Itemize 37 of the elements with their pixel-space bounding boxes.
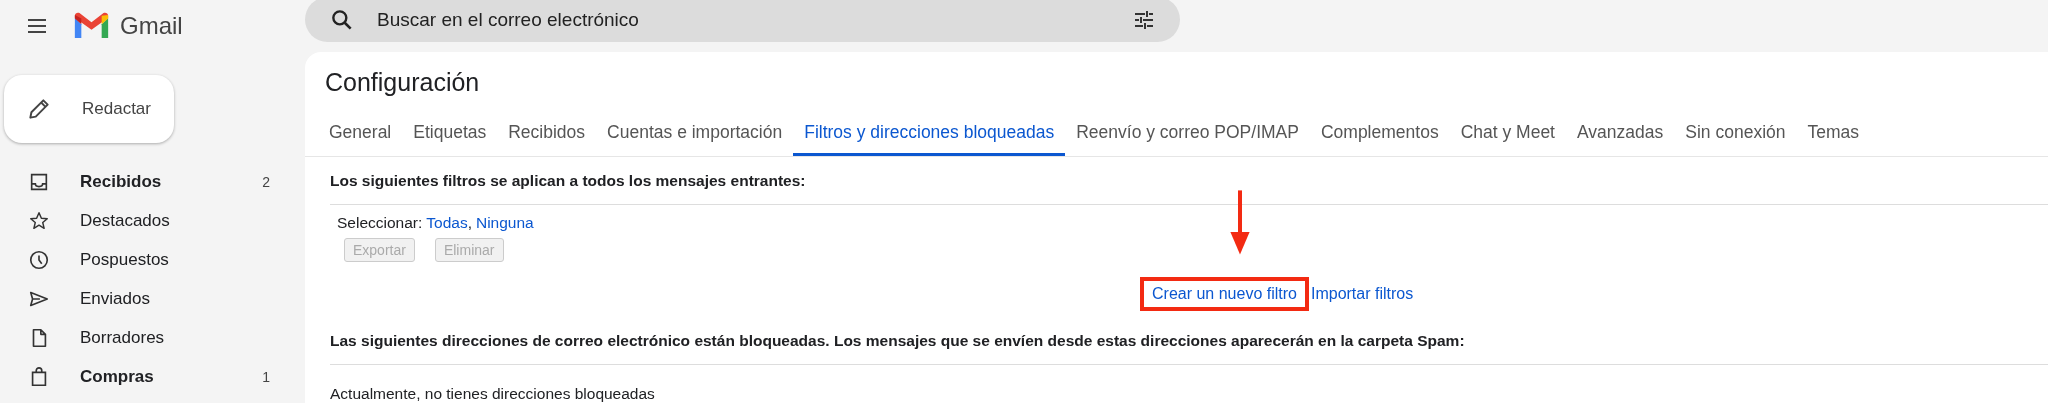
section-heading: Las siguientes direcciones de correo electrónico están bloqueadas. Los mensajes que se envíen desde estas direcciones aparecerán en la carpeta Spam: — [330, 331, 1466, 351]
filter-link[interactable]: Crear un nuevo filtro — [1152, 285, 1297, 302]
settings-tab[interactable]: General — [318, 116, 403, 156]
sidebar-item[interactable]: Destacados — [0, 201, 305, 240]
settings-tab[interactable]: Recibidos — [497, 116, 597, 156]
unread-count: 1 — [262, 368, 270, 385]
empty-message: Actualmente, no tienes direcciones bloqueadas — [330, 384, 656, 403]
settings-tab[interactable]: Sin conexión — [1674, 116, 1797, 156]
sidebar-item[interactable]: Borradores — [0, 318, 305, 357]
sidebar-item[interactable]: Enviados — [0, 279, 305, 318]
section-heading: Los siguientes filtros se aplican a todos los mensajes entrantes: — [330, 171, 807, 191]
select-label: Seleccionar: — [337, 214, 423, 232]
filter-link[interactable]: Importar filtros — [1310, 285, 1414, 302]
settings-tab[interactable]: Temas — [1796, 116, 1871, 156]
app-name: Gmail — [120, 12, 183, 40]
settings-tab[interactable]: Reenvío y correo POP/IMAP — [1065, 116, 1310, 156]
app-logo[interactable] — [73, 12, 110, 40]
sidebar-item[interactable]: Pospuestos — [0, 240, 305, 279]
settings-tab[interactable]: Filtros y direcciones bloqueadas — [793, 116, 1066, 156]
settings-tab[interactable]: Cuentas e importación — [596, 116, 794, 156]
sidebar-item[interactable]: Compras 1 — [0, 357, 305, 396]
settings-tab[interactable]: Avanzadas — [1566, 116, 1675, 156]
settings-tab[interactable]: Etiquetas — [402, 116, 498, 156]
search-field[interactable]: Buscar en el correo electrónico — [375, 7, 1132, 32]
unread-count: 2 — [262, 173, 270, 190]
settings-tab[interactable]: Chat y Meet — [1449, 116, 1566, 156]
select-none-link[interactable]: Ninguna — [476, 214, 534, 232]
select-all-link[interactable]: Todas — [426, 214, 468, 232]
search-bar[interactable]: Buscar en el correo electrónico — [305, 0, 1180, 42]
pencil-icon — [26, 96, 52, 122]
clock-icon — [28, 248, 50, 271]
separator: , — [467, 214, 472, 232]
page-title: Configuración — [324, 67, 481, 98]
sidebar-item[interactable]: Recibidos 2 — [0, 162, 305, 201]
star-icon — [28, 209, 50, 232]
settings-tab[interactable]: Complementos — [1309, 116, 1450, 156]
compose-button[interactable]: Redactar — [4, 75, 174, 143]
